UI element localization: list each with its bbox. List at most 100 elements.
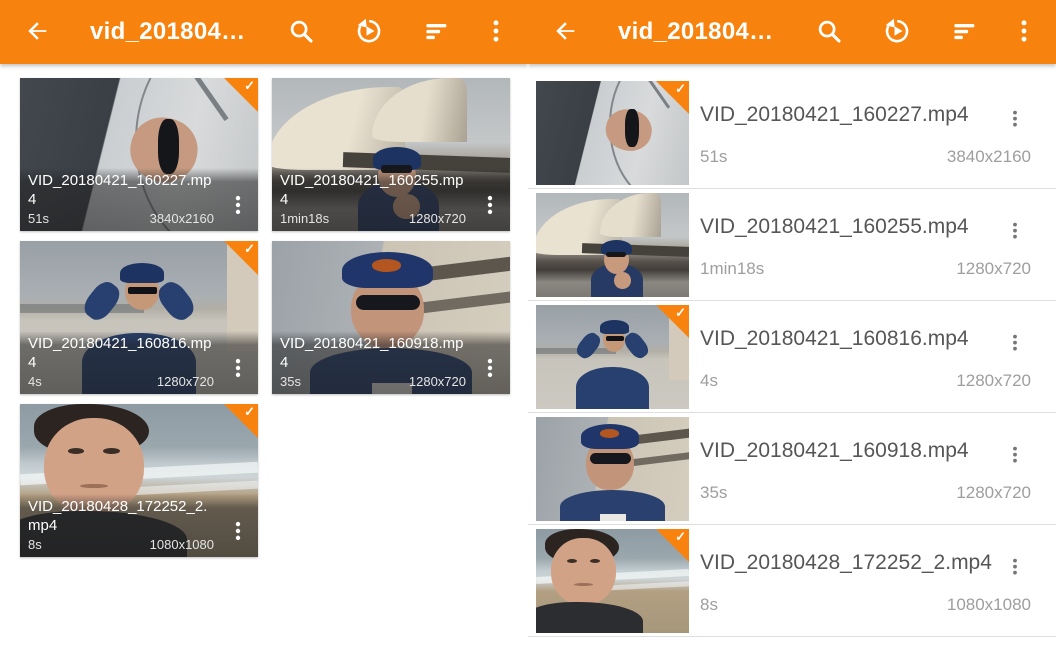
thumbnail-image bbox=[536, 417, 689, 521]
sort-button[interactable] bbox=[932, 0, 998, 64]
resume-playback-icon bbox=[354, 16, 384, 49]
video-filename: VID_20180421_160816.mp4 bbox=[700, 327, 969, 351]
video-filename: VID_20180428_172252_2.mp4 bbox=[700, 551, 992, 575]
item-menu-button[interactable] bbox=[478, 189, 502, 223]
thumb-art bbox=[80, 277, 125, 324]
more-options-icon bbox=[1003, 553, 1027, 584]
video-info-overlay: VID_20180421_160227.mp4 51s3840x2160 bbox=[20, 168, 258, 231]
app-toolbar: vid_201804… bbox=[528, 0, 1056, 64]
overflow-menu-button[interactable] bbox=[998, 0, 1050, 64]
more-options-icon bbox=[482, 17, 510, 48]
thumb-art bbox=[621, 330, 651, 362]
item-menu-button[interactable] bbox=[226, 515, 250, 549]
more-options-icon bbox=[227, 352, 249, 387]
back-button[interactable] bbox=[550, 0, 580, 64]
video-duration: 4s bbox=[700, 371, 718, 391]
video-resolution: 1280x720 bbox=[409, 374, 466, 389]
video-grid-item[interactable]: ✓ VID_20180421_160255.mp4 1min18s1280x72… bbox=[272, 78, 510, 231]
item-menu-button[interactable] bbox=[1002, 553, 1028, 583]
thumb-art bbox=[80, 484, 109, 489]
item-menu-button[interactable] bbox=[226, 352, 250, 386]
video-duration: 4s bbox=[28, 374, 42, 389]
thumb-art bbox=[614, 272, 631, 289]
video-grid-item[interactable]: ✓ VID_20180428_172252_2.mp4 8s 1080x1080 bbox=[20, 404, 258, 557]
thumb-art bbox=[20, 304, 144, 313]
thumb-art bbox=[606, 336, 624, 341]
video-thumbnail: ✓ bbox=[536, 529, 689, 633]
video-list-item[interactable]: ✓ VID_20180421_160918.mp4 35s 1280x720 bbox=[528, 413, 1056, 525]
video-filename: VID_20180428_172252_2.mp4 bbox=[28, 497, 216, 535]
thumb-art bbox=[606, 252, 626, 257]
video-resolution: 1080x1080 bbox=[947, 595, 1031, 615]
item-menu-button[interactable] bbox=[1002, 105, 1028, 135]
resume-playback-icon bbox=[882, 16, 912, 49]
video-duration: 35s bbox=[700, 483, 727, 503]
check-icon: ✓ bbox=[244, 79, 255, 92]
thumb-art bbox=[576, 367, 649, 409]
overflow-menu-button[interactable] bbox=[470, 0, 522, 64]
thumb-art bbox=[551, 538, 615, 605]
search-button[interactable] bbox=[268, 0, 334, 64]
thumbnail-image bbox=[536, 305, 689, 409]
resume-playback-button[interactable] bbox=[862, 0, 932, 64]
thumb-art bbox=[153, 277, 198, 324]
video-info-overlay: VID_20180421_160255.mp4 1min18s1280x720 bbox=[272, 168, 510, 231]
video-resolution: 3840x2160 bbox=[150, 211, 214, 226]
video-list-item[interactable]: ✓ VID_20180421_160255.mp4 1min18s 1280x7… bbox=[528, 189, 1056, 301]
thumb-art bbox=[600, 429, 618, 437]
thumb-art bbox=[590, 453, 631, 463]
grid-view-panel: vid_201804… ✓ VID_20180421_160227 bbox=[0, 0, 528, 662]
video-info-overlay: VID_20180421_160816.mp4 4s1280x720 bbox=[20, 331, 258, 394]
video-grid-item[interactable]: ✓ VID_20180421_160227.mp4 51s3840x2160 bbox=[20, 78, 258, 231]
thumb-art bbox=[128, 287, 157, 294]
video-resolution: 1280x720 bbox=[157, 374, 214, 389]
more-options-icon bbox=[1003, 217, 1027, 248]
thumbnail-image bbox=[536, 529, 689, 633]
video-filename: VID_20180421_160918.mp4 bbox=[700, 439, 969, 463]
item-menu-button[interactable] bbox=[1002, 329, 1028, 359]
video-grid-item[interactable]: ✓ VID_20180421_160816.mp4 4s1280x720 bbox=[20, 241, 258, 394]
check-icon: ✓ bbox=[675, 530, 686, 543]
app-window: vid_201804… ✓ VID_20180421_160227 bbox=[0, 0, 1056, 662]
check-icon: ✓ bbox=[244, 405, 255, 418]
item-menu-button[interactable] bbox=[1002, 441, 1028, 471]
more-options-icon bbox=[479, 189, 501, 224]
item-menu-button[interactable] bbox=[1002, 217, 1028, 247]
video-thumbnail: ✓ bbox=[536, 193, 689, 297]
sort-button[interactable] bbox=[404, 0, 470, 64]
video-thumbnail: ✓ bbox=[536, 305, 689, 409]
list-view-panel: vid_201804… ✓ VID_ bbox=[528, 0, 1056, 662]
search-button[interactable] bbox=[796, 0, 862, 64]
search-icon bbox=[286, 16, 316, 49]
item-menu-button[interactable] bbox=[226, 189, 250, 223]
video-list-item[interactable]: ✓ VID_20180421_160227.mp4 51s 3840x2160 bbox=[528, 77, 1056, 189]
item-menu-button[interactable] bbox=[478, 352, 502, 386]
video-info-overlay: VID_20180421_160918.mp4 35s1280x720 bbox=[272, 331, 510, 394]
page-title: vid_201804… bbox=[90, 18, 268, 46]
thumbnail-image bbox=[536, 81, 689, 185]
thumb-art bbox=[158, 119, 179, 174]
video-grid-item[interactable]: ✓ VID_20180421_160918.mp4 35s1280x720 bbox=[272, 241, 510, 394]
video-list-item[interactable]: ✓ VID_20180421_160816.mp4 4s 1280x720 bbox=[528, 301, 1056, 413]
thumb-art bbox=[120, 263, 164, 283]
video-resolution: 1280x720 bbox=[956, 483, 1031, 503]
more-options-icon bbox=[227, 189, 249, 224]
video-duration: 8s bbox=[28, 537, 42, 552]
video-resolution: 1080x1080 bbox=[150, 537, 214, 552]
video-info-overlay: VID_20180428_172252_2.mp4 8s 1080x1080 bbox=[20, 494, 258, 557]
video-duration: 51s bbox=[28, 211, 49, 226]
video-filename: VID_20180421_160255.mp4 bbox=[700, 215, 969, 239]
video-resolution: 1280x720 bbox=[956, 259, 1031, 279]
thumb-art bbox=[582, 243, 689, 257]
back-button[interactable] bbox=[22, 0, 52, 64]
video-grid: ✓ VID_20180421_160227.mp4 51s3840x2160 ✓… bbox=[0, 64, 528, 557]
video-list-item[interactable]: ✓ VID_20180428_172252_2.mp4 8s 1080x1080 bbox=[528, 525, 1056, 637]
thumb-art bbox=[356, 295, 419, 310]
resume-playback-button[interactable] bbox=[334, 0, 404, 64]
thumb-art bbox=[625, 109, 639, 146]
thumbnail-image bbox=[536, 193, 689, 297]
video-resolution: 1280x720 bbox=[409, 211, 466, 226]
back-arrow-icon bbox=[23, 17, 51, 48]
more-options-icon bbox=[1003, 329, 1027, 360]
video-duration: 1min18s bbox=[280, 211, 329, 226]
